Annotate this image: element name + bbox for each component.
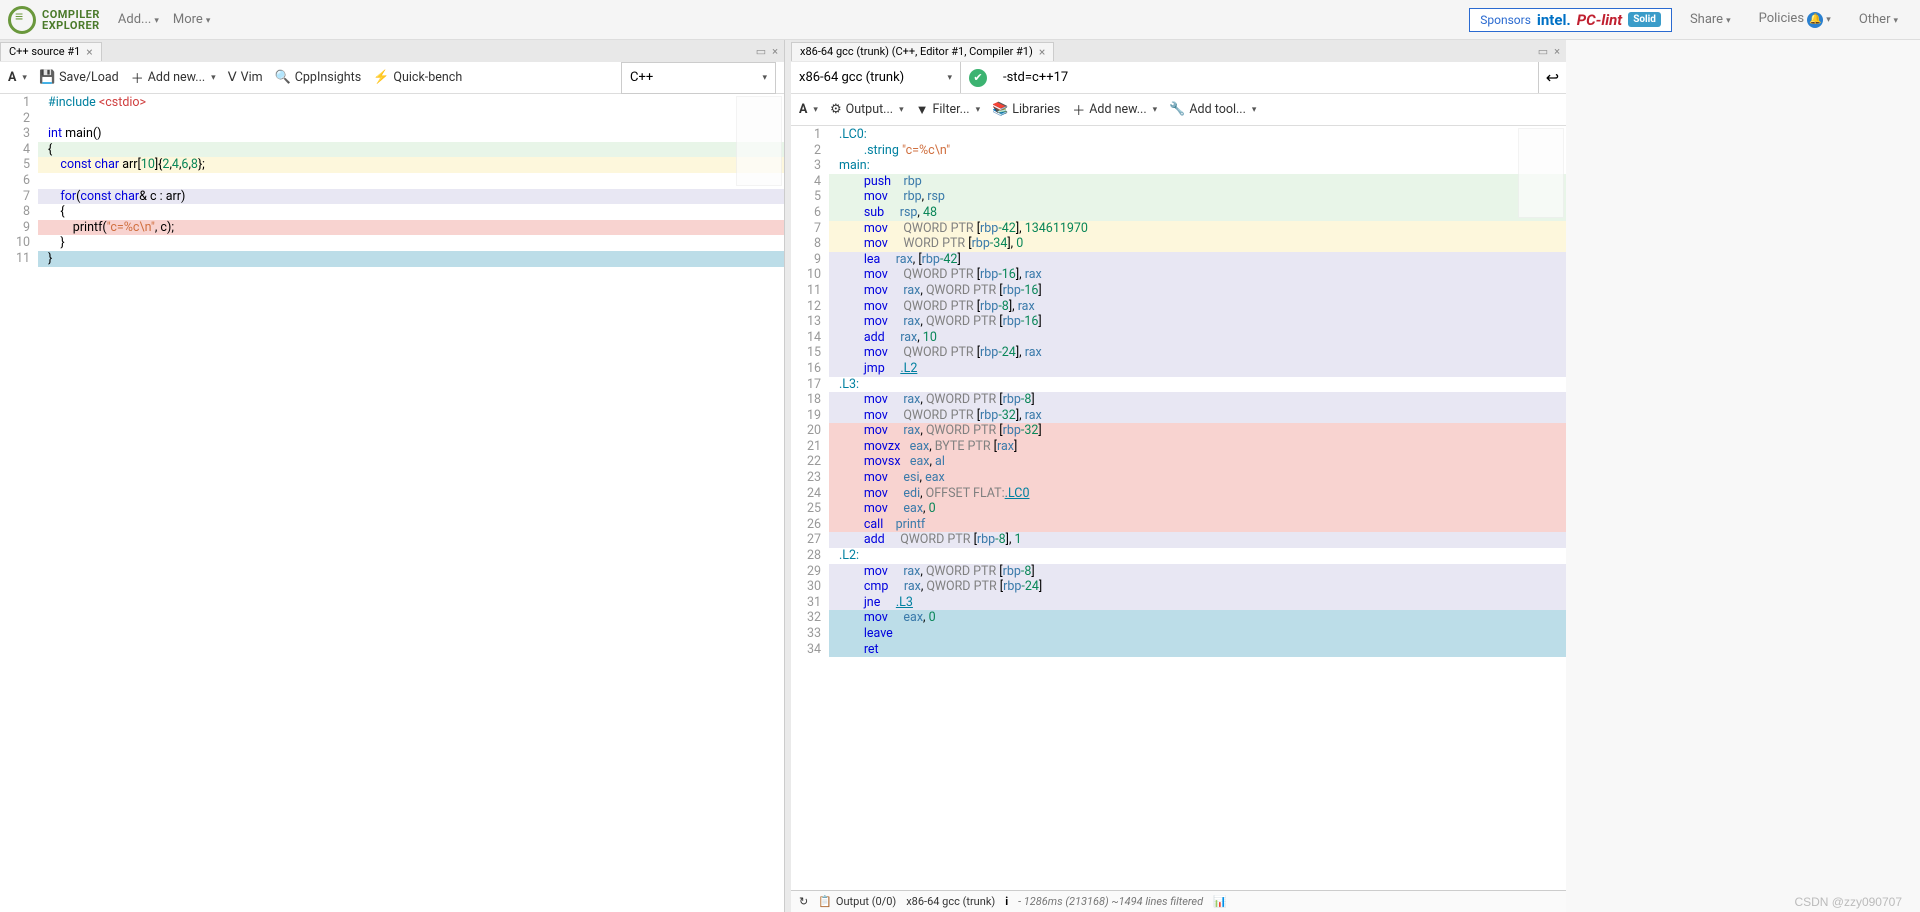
maximize-icon[interactable]: ▭ [756, 45, 766, 58]
quickbench-button[interactable]: ⚡Quick-bench [373, 70, 462, 85]
logo[interactable]: COMPILEREXPLORER [8, 6, 100, 34]
top-bar: COMPILEREXPLORER Add...▾ More▾ Sponsors … [0, 0, 1920, 40]
close-icon[interactable]: × [1039, 45, 1045, 59]
check-icon: ✔ [969, 69, 987, 87]
minimap[interactable] [1518, 128, 1564, 218]
source-pane: C++ source #1 × ▭ × A▾ 💾Save/Load ＋Add n… [0, 40, 785, 912]
source-toolbar: A▾ 💾Save/Load ＋Add new...▾ ⅤVim 🔍CppInsi… [0, 62, 784, 94]
stats-text: - 1286ms (213168) ~1494 lines filtered [1018, 895, 1203, 908]
output-button[interactable]: ⚙Output...▾ [830, 102, 904, 117]
sponsors-box[interactable]: Sponsors intel. PC-lint Solid [1469, 8, 1672, 32]
plus-icon: ＋ [1072, 100, 1085, 119]
close-pane-icon[interactable]: × [772, 45, 778, 58]
compiler-bottombar: ↻ 📋 Output (0/0) x86-64 gcc (trunk) i - … [791, 890, 1566, 912]
close-icon[interactable]: × [86, 45, 92, 59]
menu-other[interactable]: Other▾ [1859, 12, 1898, 27]
vim-icon: Ⅴ [228, 70, 237, 85]
menu-policies[interactable]: Policies 🔔▾ [1759, 11, 1831, 28]
source-editor[interactable]: 1234567891011 #include <cstdio>int main(… [0, 94, 784, 912]
menu-more[interactable]: More▾ [173, 12, 210, 27]
menu-add[interactable]: Add...▾ [118, 12, 159, 27]
vim-button[interactable]: ⅤVim [228, 70, 263, 85]
compiler-options-input[interactable] [995, 62, 1538, 93]
chevron-down-icon: ▾ [947, 73, 952, 83]
language-select[interactable]: C++ ▾ [621, 62, 776, 94]
refresh-icon: ↻ [799, 895, 808, 908]
watermark: CSDN @zzy090707 [1794, 895, 1902, 909]
font-button[interactable]: A▾ [8, 70, 27, 85]
output-tab[interactable]: 📋 Output (0/0) [818, 895, 896, 908]
logo-icon [8, 6, 36, 34]
compiler-toolbar: A▾ ⚙Output...▾ ▼Filter...▾ 📚Libraries ＋A… [791, 94, 1566, 126]
compile-status: ✔ [961, 62, 995, 93]
chart-icon[interactable]: 📊 [1213, 895, 1227, 908]
plus-icon: ＋ [131, 68, 144, 87]
compiler-pane: x86-64 gcc (trunk) (C++, Editor #1, Comp… [791, 40, 1566, 912]
wrench-icon: 🔧 [1169, 102, 1185, 117]
bell-icon: 🔔 [1807, 12, 1823, 28]
filter-button[interactable]: ▼Filter...▾ [916, 102, 981, 118]
libraries-button[interactable]: 📚Libraries [992, 102, 1060, 117]
info-icon[interactable]: i [1005, 895, 1008, 908]
filter-icon: ▼ [916, 102, 929, 118]
bolt-icon: ⚡ [373, 70, 389, 85]
maximize-icon[interactable]: ▭ [1538, 45, 1548, 58]
addnew-button[interactable]: ＋Add new...▾ [1072, 100, 1157, 119]
gear-icon: ⚙ [830, 102, 842, 117]
book-icon: 📚 [992, 102, 1008, 117]
cppinsights-button[interactable]: 🔍CppInsights [275, 70, 362, 85]
compiler-tabstrip: x86-64 gcc (trunk) (C++, Editor #1, Comp… [791, 40, 1566, 62]
wrap-button[interactable]: ↩ [1538, 62, 1566, 93]
save-icon: 💾 [39, 70, 55, 85]
compiler-tab[interactable]: x86-64 gcc (trunk) (C++, Editor #1, Comp… [791, 42, 1054, 61]
refresh-button[interactable]: ↻ [799, 895, 808, 908]
minimap[interactable] [736, 96, 782, 186]
source-tabstrip: C++ source #1 × ▭ × [0, 40, 784, 62]
saveload-button[interactable]: 💾Save/Load [39, 70, 119, 85]
addnew-button[interactable]: ＋Add new...▾ [131, 68, 216, 87]
compiler-select[interactable]: x86-64 gcc (trunk) ▾ [791, 62, 961, 93]
search-icon: 🔍 [275, 70, 291, 85]
addtool-button[interactable]: 🔧Add tool...▾ [1169, 102, 1256, 117]
compiler-info[interactable]: x86-64 gcc (trunk) [906, 895, 995, 908]
asm-editor[interactable]: 1234567891011121314151617181920212223242… [791, 126, 1566, 890]
close-pane-icon[interactable]: × [1554, 45, 1560, 58]
chevron-down-icon: ▾ [762, 73, 767, 83]
font-button[interactable]: A▾ [799, 102, 818, 117]
menu-share[interactable]: Share▾ [1690, 12, 1731, 27]
source-tab[interactable]: C++ source #1 × [0, 42, 102, 61]
